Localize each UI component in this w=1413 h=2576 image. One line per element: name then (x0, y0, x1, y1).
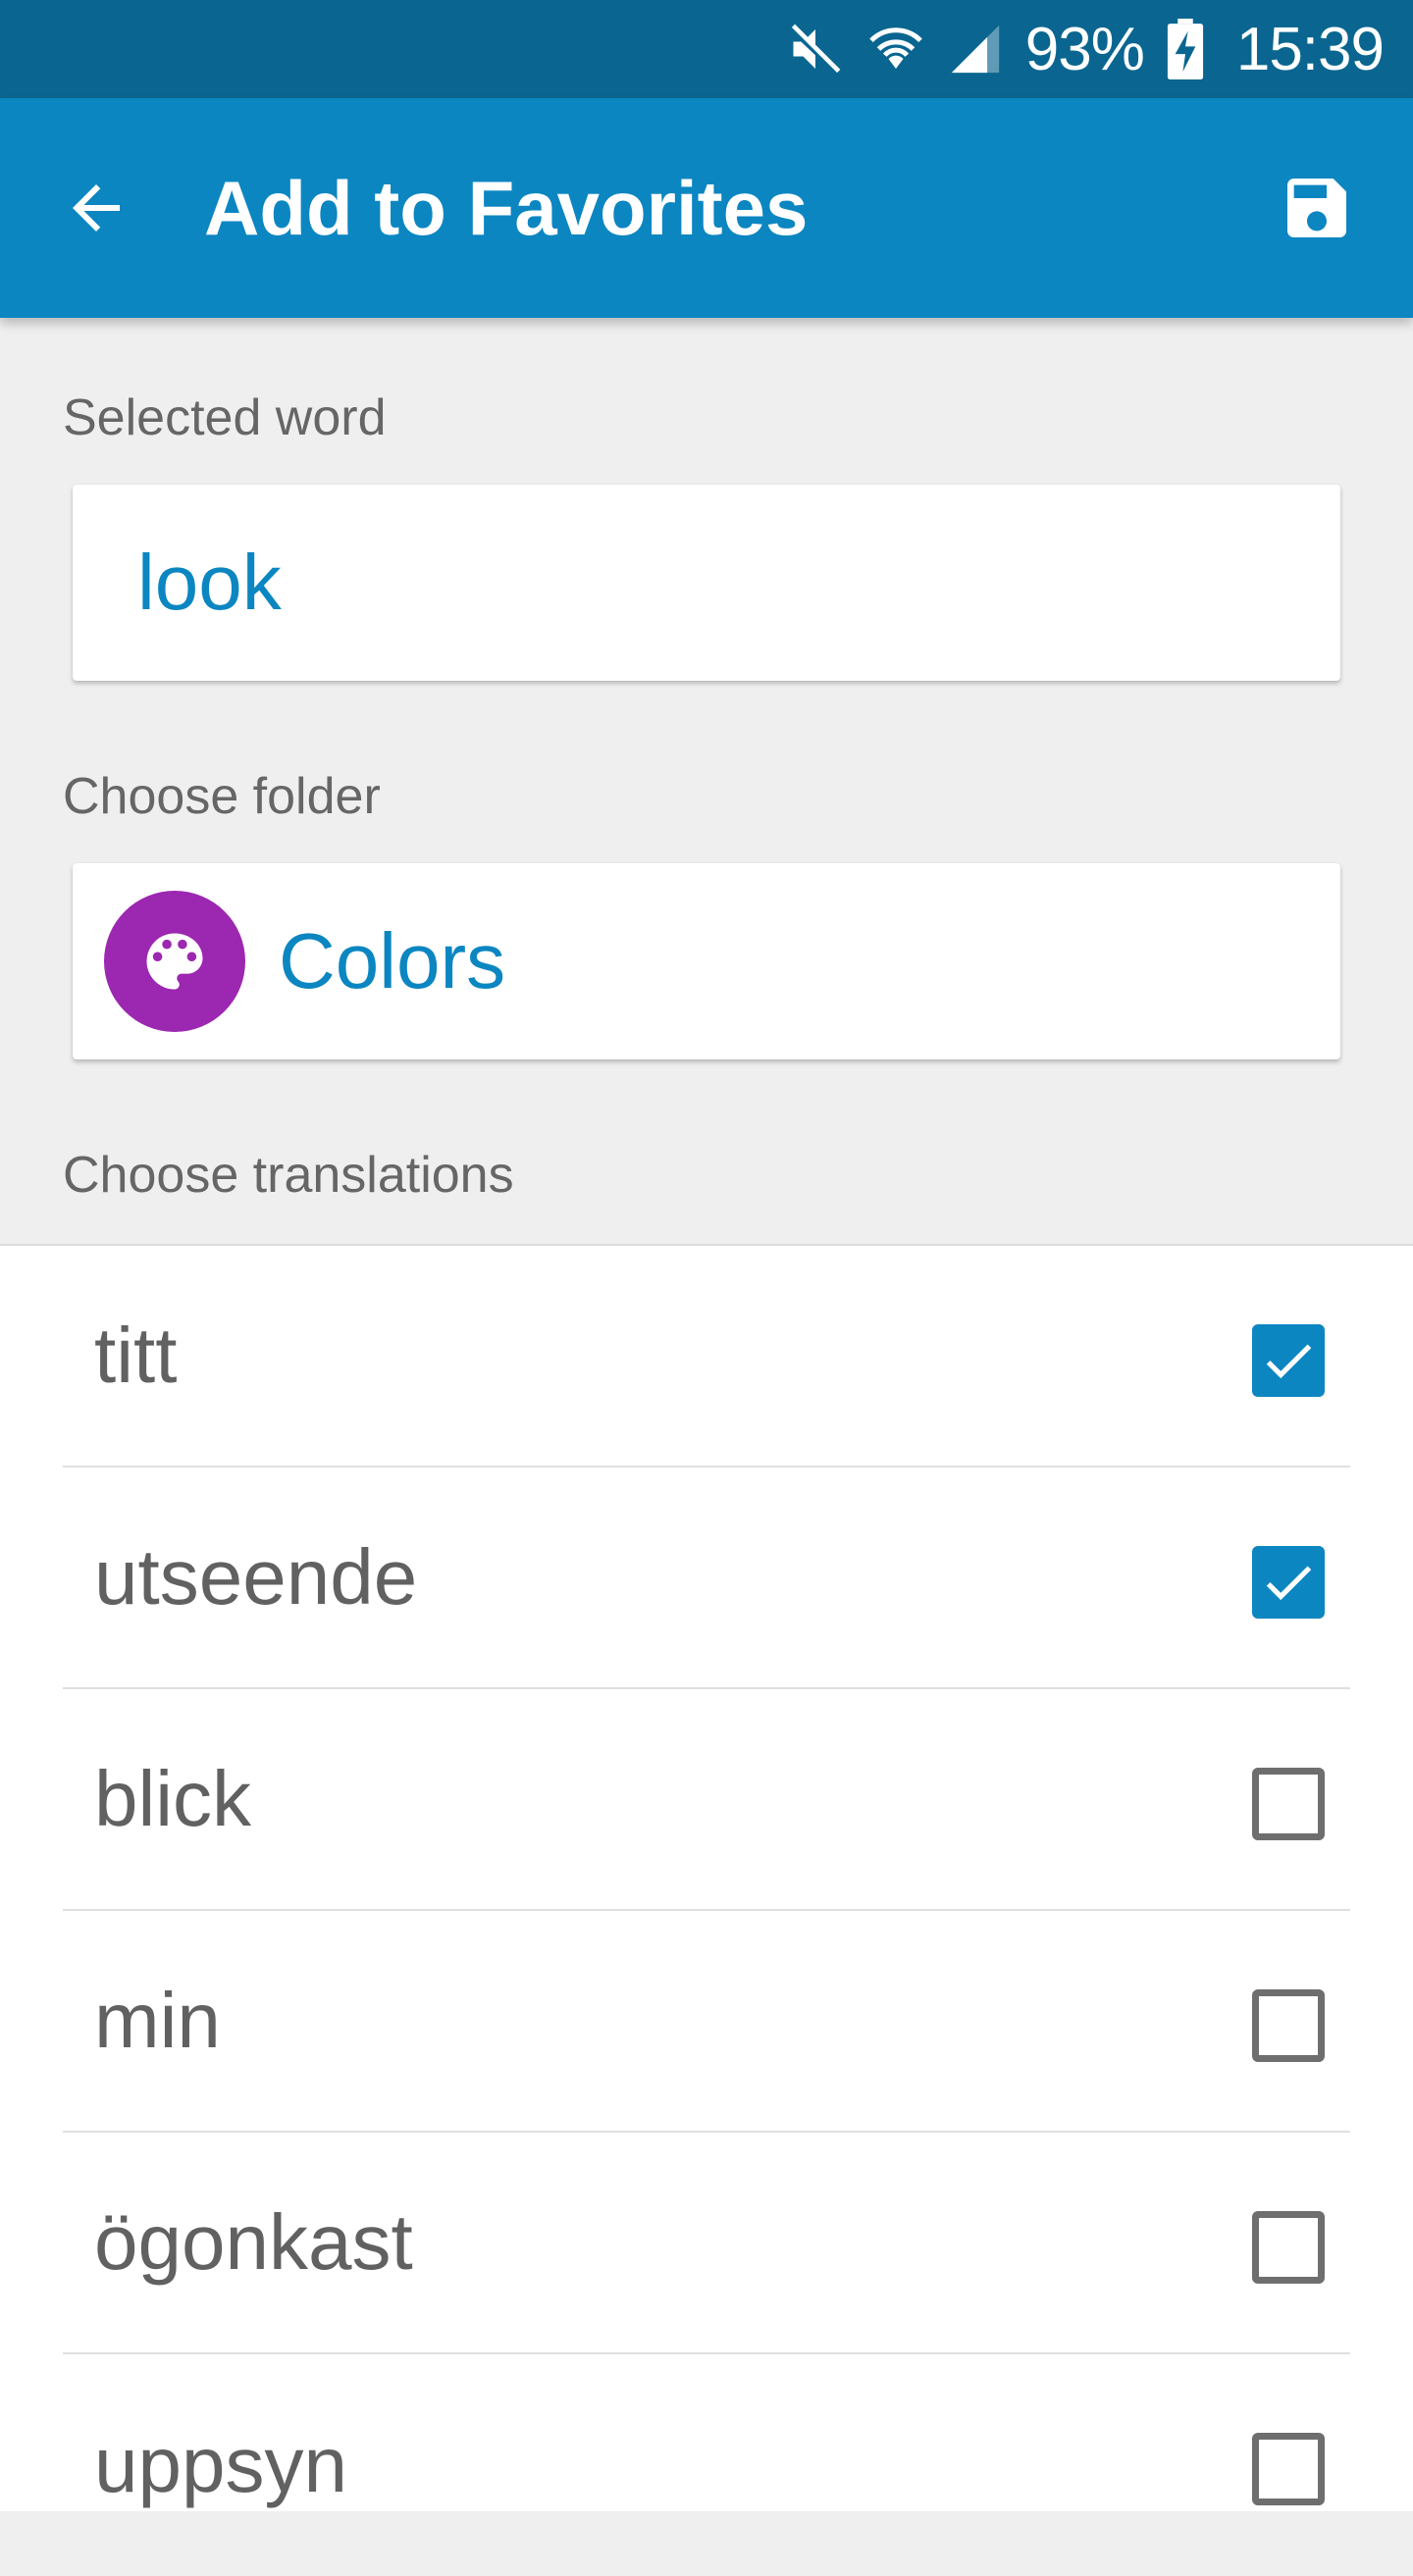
translation-label: utseende (94, 1533, 418, 1621)
save-button[interactable] (1276, 167, 1358, 249)
translation-checkbox[interactable] (1252, 1324, 1325, 1397)
translation-label: uppsyn (94, 2421, 347, 2508)
translation-label: min (94, 1977, 221, 2064)
translation-label: ögonkast (94, 2198, 413, 2286)
translation-checkbox[interactable] (1252, 1768, 1325, 1840)
translation-label: titt (94, 1312, 178, 1399)
folder-avatar (104, 891, 245, 1032)
wifi-icon (866, 20, 925, 78)
signal-icon (947, 21, 1004, 77)
mute-icon (786, 20, 845, 78)
check-icon (1266, 1566, 1312, 1601)
status-bar: 93% 15:39 (0, 0, 1413, 98)
translation-row-titt[interactable]: titt (63, 1246, 1350, 1468)
translation-checkbox[interactable] (1252, 1546, 1325, 1619)
selected-word-field[interactable]: look (73, 485, 1340, 681)
selected-word-value: look (137, 539, 282, 626)
arrow-back-icon (73, 184, 120, 232)
choose-folder-label: Choose folder (63, 768, 381, 825)
translation-label: blick (94, 1755, 252, 1842)
clock: 15:39 (1235, 15, 1385, 83)
translation-checkbox[interactable] (1252, 1989, 1325, 2062)
battery-charging-icon (1166, 19, 1205, 79)
page-title: Add to Favorites (204, 164, 809, 251)
back-button[interactable] (55, 167, 137, 249)
app-bar: Add to Favorites (0, 98, 1413, 318)
translation-checkbox[interactable] (1252, 2433, 1325, 2505)
translation-row-ogonkast[interactable]: ögonkast (63, 2133, 1350, 2354)
folder-name: Colors (279, 917, 506, 1005)
translations-list: titt utseende blick min ögonkast uppsyn (0, 1244, 1413, 2511)
selected-word-label: Selected word (63, 389, 387, 446)
folder-selector[interactable]: Colors (73, 863, 1340, 1059)
palette-icon (146, 933, 203, 990)
translation-row-blick[interactable]: blick (63, 1689, 1350, 1911)
save-icon (1287, 179, 1346, 237)
translation-row-uppsyn[interactable]: uppsyn (63, 2354, 1350, 2576)
check-icon (1266, 1344, 1312, 1379)
translation-checkbox[interactable] (1252, 2211, 1325, 2284)
translation-row-min[interactable]: min (63, 1911, 1350, 2133)
translation-row-utseende[interactable]: utseende (63, 1468, 1350, 1689)
choose-translations-label: Choose translations (63, 1147, 514, 1204)
battery-percent: 93% (1024, 15, 1145, 83)
